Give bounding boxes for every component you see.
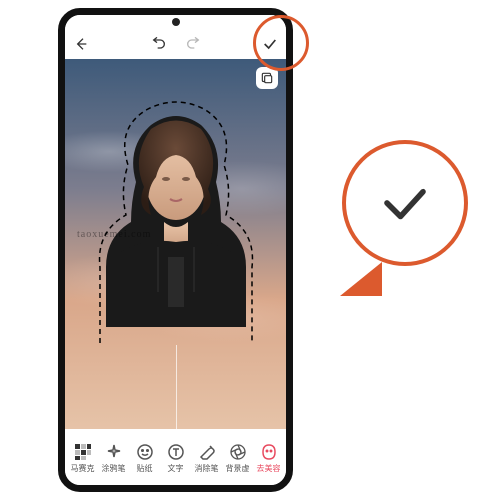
sparkle-icon <box>105 443 123 461</box>
tool-label: 文字 <box>168 463 184 474</box>
callout-circle <box>342 140 468 266</box>
compare-icon <box>260 71 274 85</box>
editor-top-bar <box>65 29 286 59</box>
phone-frame: taoxuemei.com 马赛克 涂鸦笔 贴纸 <box>58 8 293 492</box>
center-guide-line <box>176 345 177 429</box>
tool-label: 涂鸦笔 <box>102 463 126 474</box>
mosaic-icon <box>74 443 92 461</box>
undo-icon[interactable] <box>151 36 167 52</box>
tool-mosaic[interactable]: 马赛克 <box>68 443 98 474</box>
annotation-callout <box>336 140 476 310</box>
tool-label: 马赛克 <box>71 463 95 474</box>
back-icon[interactable] <box>73 36 89 52</box>
aperture-icon <box>229 443 247 461</box>
tool-eraser[interactable]: 消除笔 <box>192 443 222 474</box>
smile-icon <box>136 443 154 461</box>
eraser-icon <box>198 443 216 461</box>
confirm-check-icon[interactable] <box>262 36 278 52</box>
bottom-toolbar: 马赛克 涂鸦笔 贴纸 文字 消除笔 <box>65 429 286 485</box>
check-icon <box>378 176 432 230</box>
redo-icon[interactable] <box>185 36 201 52</box>
face-icon <box>260 443 278 461</box>
watermark-text: taoxuemei.com <box>77 229 151 240</box>
camera-notch <box>172 18 180 26</box>
tool-beauty[interactable]: 去美容 <box>254 443 284 474</box>
editing-canvas[interactable]: taoxuemei.com <box>65 59 286 429</box>
tool-label: 去美容 <box>257 463 281 474</box>
callout-pointer <box>340 262 382 296</box>
tool-text[interactable]: 文字 <box>161 443 191 474</box>
tool-doodle[interactable]: 涂鸦笔 <box>99 443 129 474</box>
selection-outline <box>86 97 266 345</box>
text-icon <box>167 443 185 461</box>
tool-sticker[interactable]: 贴纸 <box>130 443 160 474</box>
tool-label: 贴纸 <box>137 463 153 474</box>
compare-toggle[interactable] <box>256 67 278 89</box>
tool-label: 背景虚 <box>226 463 250 474</box>
tool-blur-bg[interactable]: 背景虚 <box>223 443 253 474</box>
tool-label: 消除笔 <box>195 463 219 474</box>
